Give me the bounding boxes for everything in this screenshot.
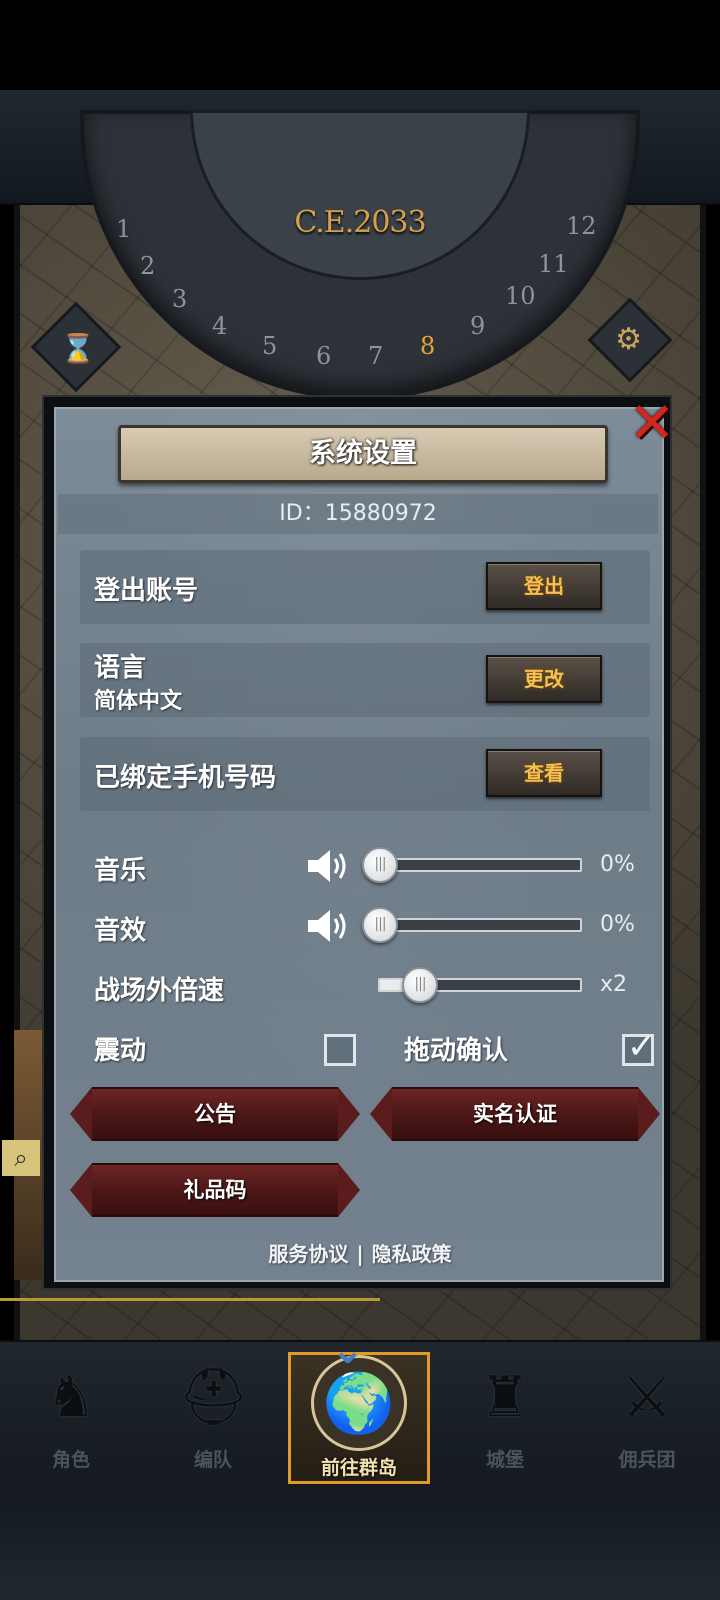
clock-number: 4 [212,312,228,340]
settings-dialog-panel [54,407,664,1282]
clock-number: 11 [538,250,569,278]
nav-item-character[interactable]: ♞ 角色 [0,1355,142,1483]
terms-of-service-link[interactable]: 服务协议 [268,1242,348,1266]
language-row: 语言 简体中文 更改 [80,643,650,717]
sound-effects-label: 音效 [94,916,147,946]
announcement-label: 公告 [194,1102,236,1126]
nav-item-formation[interactable]: ⛑ 编队 [142,1355,284,1483]
speaker-icon[interactable] [306,846,354,886]
nav-item-mercenaries[interactable]: ⚔ 佣兵团 [576,1355,718,1483]
logout-row: 登出账号 登出 [80,550,650,624]
sword-icon: ⚔ [621,1365,673,1430]
music-slider[interactable]: ||| [362,847,582,883]
clock-number: 12 [566,212,597,240]
privacy-policy-link[interactable]: 隐私政策 [372,1242,452,1266]
player-id: ID：15880972 [58,494,658,534]
clock-number: 7 [368,342,384,370]
knight-icon: ♞ [45,1365,97,1430]
battle-speed-label: 战场外倍速 [94,976,225,1006]
close-icon: ✕ [628,391,676,456]
battle-speed-slider[interactable]: ||| [378,967,582,1003]
link-separator: | [356,1242,364,1266]
language-label: 语言 [94,653,147,683]
battle-speed-slider-knob[interactable]: ||| [402,967,438,1003]
era-year: C.E.2033 [294,205,426,240]
nav-label: 角色 [51,1449,90,1471]
nav-label: 前往群岛 [320,1457,397,1479]
clock-number: 5 [262,332,278,360]
clock-number: 6 [316,342,332,370]
castle-icon: ♜ [479,1365,531,1430]
clock-number: 9 [470,312,486,340]
sound-effects-slider[interactable]: ||| [362,907,582,943]
logout-button[interactable]: 登出 [486,562,602,610]
status-bar-area [0,0,720,90]
music-slider-knob[interactable]: ||| [362,847,398,883]
close-button[interactable]: ✕ [628,396,676,452]
music-label: 音乐 [94,856,147,886]
drag-confirm-checkbox[interactable]: ✓ [622,1027,656,1067]
dialog-title-plate: 系统设置 [118,425,608,483]
gear-icon: ⚙ [615,321,643,357]
announcement-button[interactable]: 公告 [70,1087,360,1141]
chevron-down-icon: ⌄ [331,1327,365,1373]
real-name-verification-button[interactable]: 实名认证 [370,1087,660,1141]
drag-confirm-label: 拖动确认 [404,1036,509,1066]
music-value: 0% [600,852,635,877]
checkmark-icon: ✓ [627,1027,656,1067]
vibration-label: 震动 [94,1036,147,1066]
real-name-label: 实名认证 [473,1102,557,1126]
gift-code-button[interactable]: 礼品码 [70,1163,360,1217]
sound-effects-slider-knob[interactable]: ||| [362,907,398,943]
sound-effects-value: 0% [600,912,635,937]
nav-label: 佣兵团 [618,1449,676,1471]
progress-line [0,1298,380,1301]
phone-row: 已绑定手机号码 查看 [80,737,650,811]
clock-number: 3 [172,285,188,313]
phone-label: 已绑定手机号码 [94,763,277,793]
change-language-button[interactable]: 更改 [486,655,602,703]
bottom-frame [0,1490,720,1600]
gift-code-label: 礼品码 [183,1178,247,1202]
dialog-title: 系统设置 [309,438,417,469]
nav-item-castle[interactable]: ♜ 城堡 [434,1355,576,1483]
nav-label: 编队 [193,1449,232,1471]
search-icon[interactable]: ⌕ [2,1140,40,1176]
clock-number: 1 [116,215,132,243]
battle-speed-value: x2 [600,972,628,997]
clock-number: 2 [140,252,156,280]
logout-label: 登出账号 [94,576,199,606]
language-value: 简体中文 [94,689,183,714]
helmet-icon: ⛑ [178,1365,250,1430]
hourglass-icon: ⌛ [60,331,96,365]
nav-label: 城堡 [485,1449,524,1471]
speaker-icon[interactable] [306,906,354,946]
view-phone-button[interactable]: 查看 [486,749,602,797]
clock-number: 10 [505,282,536,310]
footer-links: 服务协议 | 隐私政策 [0,1238,720,1267]
vibration-checkbox[interactable] [324,1034,356,1066]
clock-number-active: 8 [420,332,436,360]
